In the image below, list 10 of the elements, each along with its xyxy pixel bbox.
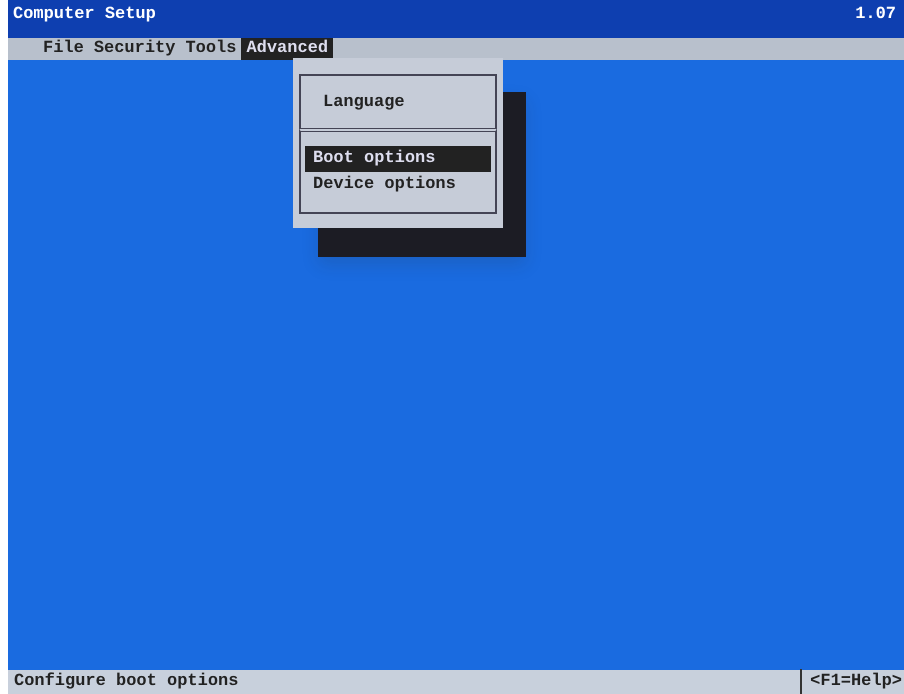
menu-item[interactable]: File (38, 38, 89, 60)
menu-item[interactable]: Advanced (241, 38, 334, 60)
menu-option[interactable]: Boot options (305, 146, 491, 172)
menu-item[interactable]: Tools (180, 38, 242, 60)
window-title: Computer Setup (13, 4, 156, 26)
version-label: 1.07 (855, 4, 896, 26)
status-message: Configure boot options (13, 670, 238, 692)
help-hint: <F1=Help> (800, 668, 904, 694)
menu-item[interactable]: Security (88, 38, 180, 60)
menu-option[interactable]: Device options (305, 172, 491, 198)
